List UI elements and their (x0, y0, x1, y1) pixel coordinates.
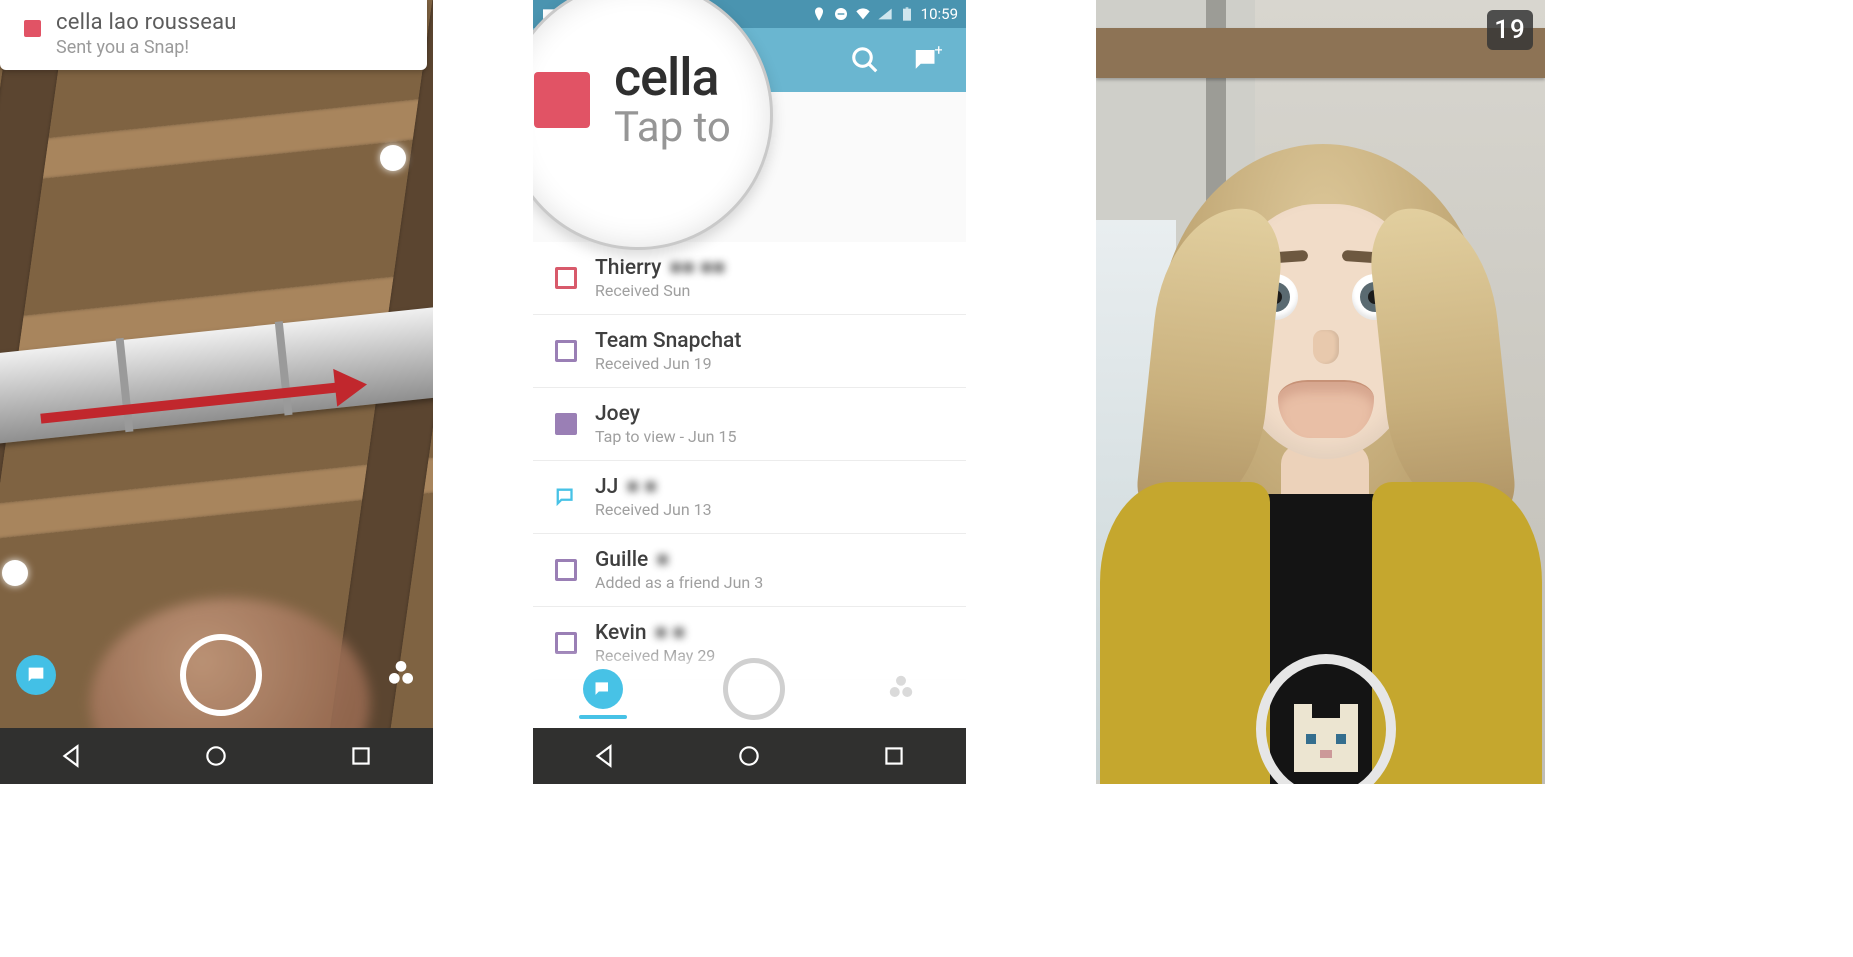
nav-back-icon[interactable] (59, 743, 85, 769)
status-wifi-icon (855, 6, 871, 22)
friend-name: JJ (595, 475, 618, 499)
snap-received-icon (555, 559, 577, 581)
status-signal-icon (877, 6, 893, 22)
friend-name: Team Snapchat (595, 329, 741, 353)
friend-name: Thierry (595, 256, 661, 280)
snap-received-icon (555, 340, 577, 362)
zoom-friend-name: cella (614, 51, 731, 106)
snap-unopened-icon (555, 413, 577, 435)
camera-controls (0, 634, 433, 716)
redacted-text: ■ ■ (626, 475, 657, 499)
snap-received-icon (555, 267, 577, 289)
nav-recent-icon[interactable] (348, 743, 374, 769)
phone-camera-screen: cella lao rousseau Sent you a Snap! (0, 0, 433, 784)
tab-stories[interactable] (886, 672, 916, 706)
friend-subtitle: Received Jun 19 (595, 354, 741, 373)
redacted-text: ■■ ■■ (669, 256, 725, 280)
nav-home-icon[interactable] (203, 743, 229, 769)
svg-text:+: + (935, 45, 943, 59)
friend-name: Kevin (595, 621, 647, 645)
zoom-friend-subtitle: Tap to (614, 106, 731, 150)
chat-button[interactable] (16, 655, 56, 695)
stories-button[interactable] (385, 657, 417, 693)
search-icon[interactable] (850, 45, 880, 75)
status-dnd-icon (833, 6, 849, 22)
phone-snap-view-screen[interactable]: 19 (1096, 0, 1545, 784)
snap-photo[interactable]: 19 (1096, 0, 1545, 784)
photo-person (1106, 94, 1536, 784)
snap-indicator-icon (24, 20, 41, 37)
android-nav-bar (0, 728, 433, 784)
friend-row-team-snapchat[interactable]: Team Snapchat Received Jun 19 (533, 315, 966, 388)
snap-notification-banner[interactable]: cella lao rousseau Sent you a Snap! (0, 0, 427, 70)
redacted-text: ■ (656, 548, 669, 572)
friend-row-thierry[interactable]: Thierry ■■ ■■ Received Sun (533, 242, 966, 315)
snap-timer-value: 19 (1494, 15, 1526, 45)
redacted-text: ■ ■ (655, 621, 686, 645)
camera-viewfinder[interactable]: cella lao rousseau Sent you a Snap! (0, 0, 433, 728)
status-time: 10:59 (921, 5, 958, 23)
snap-unopened-icon (534, 72, 590, 128)
friend-row-jj[interactable]: JJ ■ ■ Received Jun 13 (533, 461, 966, 534)
bottom-tabs (533, 650, 966, 728)
nav-home-icon[interactable] (736, 743, 762, 769)
chat-icon (25, 664, 47, 686)
friend-subtitle: Tap to view - Jun 15 (595, 427, 736, 446)
nav-back-icon[interactable] (592, 743, 618, 769)
friend-subtitle: Added as a friend Jun 3 (595, 573, 763, 592)
tab-chat[interactable] (583, 669, 623, 709)
chat-received-icon (555, 486, 577, 508)
friend-row-joey[interactable]: Joey Tap to view - Jun 15 (533, 388, 966, 461)
friend-subtitle: Received Jun 13 (595, 500, 712, 519)
friend-subtitle: Received Sun (595, 281, 725, 300)
tab-camera[interactable] (723, 658, 785, 720)
friend-name: Guille (595, 548, 648, 572)
notification-subtitle: Sent you a Snap! (56, 37, 411, 58)
shutter-button[interactable] (180, 634, 262, 716)
camera-background-ceiling (0, 0, 433, 728)
notification-sender: cella lao rousseau (56, 10, 411, 35)
stories-icon (385, 657, 417, 689)
snap-timer-badge: 19 (1487, 10, 1533, 50)
status-battery-icon (899, 6, 915, 22)
nav-recent-icon[interactable] (881, 743, 907, 769)
chat-icon (593, 679, 613, 699)
stories-icon (886, 672, 916, 702)
new-chat-icon[interactable]: + (912, 45, 942, 75)
friend-name: Joey (595, 402, 640, 426)
shirt-graphic-pixel-cat (1256, 654, 1396, 784)
android-nav-bar (533, 728, 966, 784)
phone-friends-screen: 10:59 + Thierry ■■ ■■ Received Sun Team S… (533, 0, 966, 784)
friend-row-guille[interactable]: Guille ■ Added as a friend Jun 3 (533, 534, 966, 607)
status-location-icon (811, 6, 827, 22)
